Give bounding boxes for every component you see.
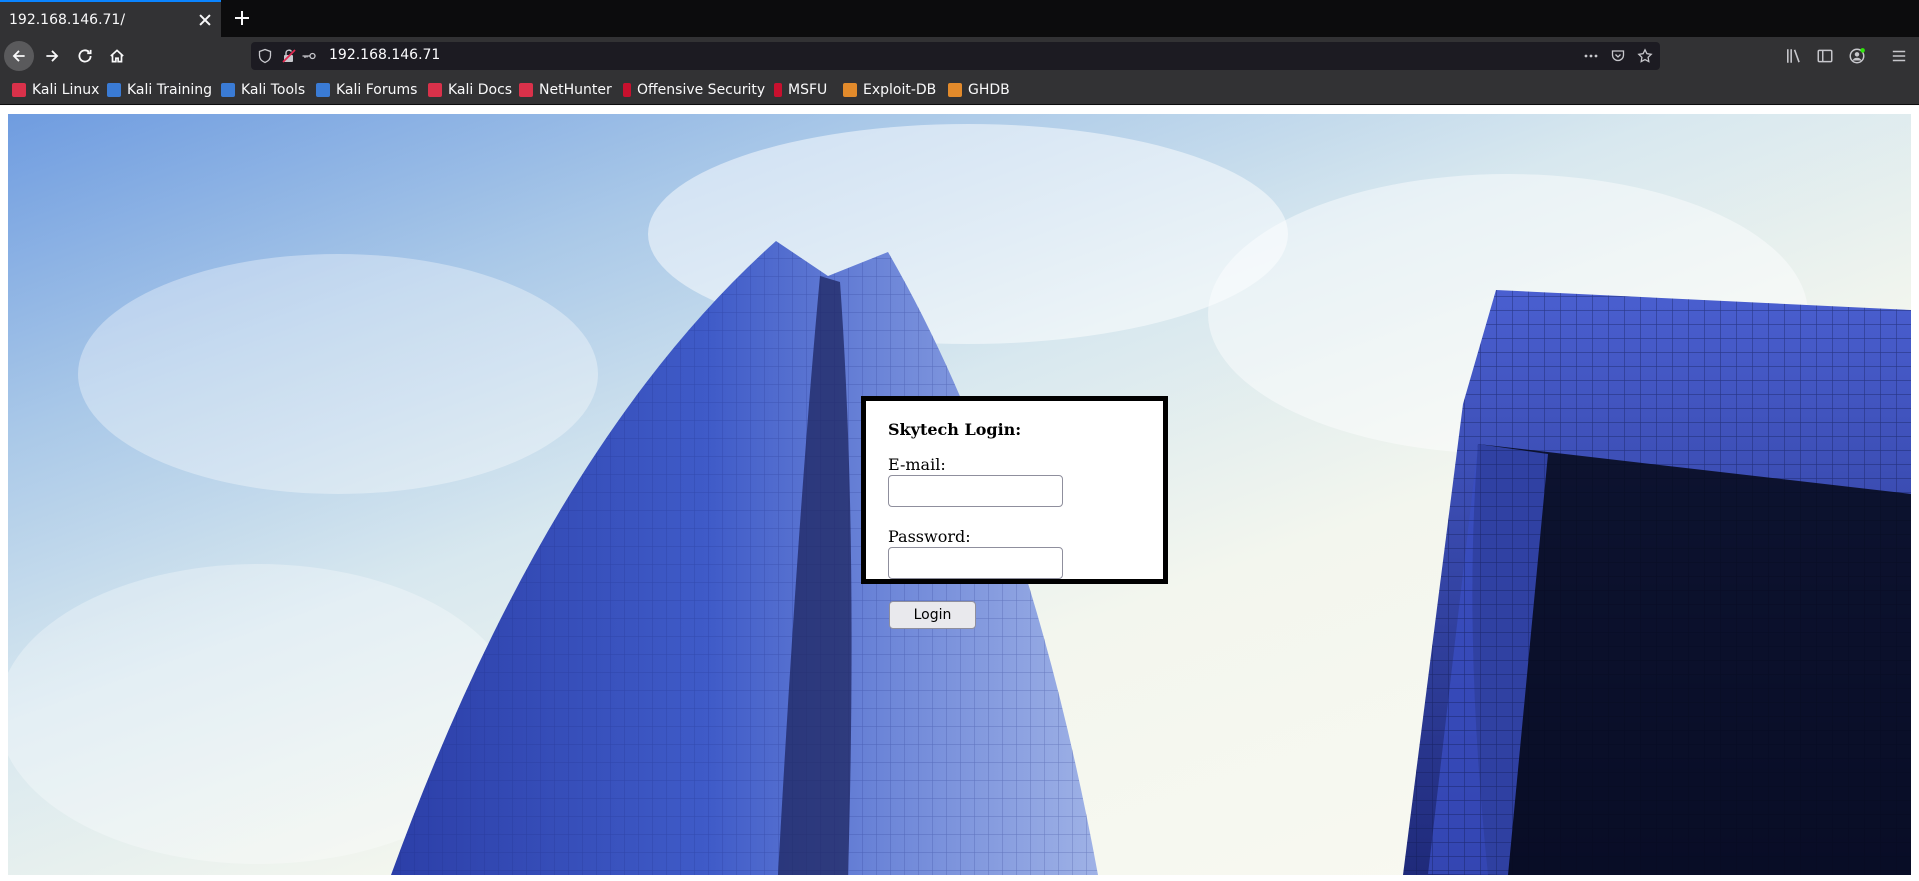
tab-active[interactable]: 192.168.146.71/ [0,0,221,37]
kali-forums-icon [316,83,330,97]
bookmark-label: Kali Forums [336,82,418,98]
arrow-right-icon [46,50,59,62]
bookmarks-toolbar: Kali Linux Kali Training Kali Tools Kali… [0,75,1919,105]
new-tab-icon[interactable] [230,6,254,30]
kali-dragon-icon [12,83,26,97]
url-bar[interactable]: 192.168.146.71 [251,42,1660,70]
bookmark-ghdb[interactable]: GHDB [948,81,1010,99]
bookmark-kali-tools[interactable]: Kali Tools [221,81,305,99]
bookmark-kali-docs[interactable]: Kali Docs [428,81,512,99]
insecure-lock-icon[interactable] [281,48,297,64]
bookmark-label: MSFU [788,82,828,98]
password-field[interactable] [888,547,1063,579]
bookmark-msfu[interactable]: MSFU [774,81,827,99]
url-text[interactable]: 192.168.146.71 [329,47,440,63]
kali-tools-icon [221,83,235,97]
kali-docs-icon [428,83,442,97]
bookmark-kali-forums[interactable]: Kali Forums [316,81,417,99]
page-viewport: Skytech Login: E-mail: Password: Login [0,106,1919,881]
exploit-db-icon [843,83,857,97]
bookmark-label: Kali Tools [241,82,306,98]
bookmark-exploit-db[interactable]: Exploit-DB [843,81,936,99]
email-field[interactable] [888,475,1063,507]
sidebar-icon[interactable] [1816,47,1834,65]
library-icon[interactable] [1785,47,1803,65]
shield-icon[interactable] [257,48,273,64]
reload-icon [78,49,92,63]
bookmark-label: Exploit-DB [863,82,937,98]
bookmark-label: Kali Training [127,82,212,98]
pocket-icon[interactable] [1610,48,1626,64]
password-label: Password: [888,527,971,546]
bookmark-nethunter[interactable]: NetHunter [519,81,612,99]
back-button[interactable] [4,41,34,71]
kali-training-icon [107,83,121,97]
bookmark-kali-linux[interactable]: Kali Linux [12,81,99,99]
login-button[interactable]: Login [889,601,976,629]
login-title: Skytech Login: [888,420,1022,439]
nethunter-icon [519,83,533,97]
close-icon[interactable] [197,12,213,28]
bookmark-label: NetHunter [539,82,612,98]
login-form: Skytech Login: E-mail: Password: [861,396,1168,584]
ghdb-icon [948,83,962,97]
bookmark-label: Kali Docs [448,82,513,98]
key-icon[interactable] [301,48,317,64]
msfu-icon [774,83,782,97]
tab-title: 192.168.146.71/ [9,11,126,28]
arrow-left-icon [12,50,25,62]
hamburger-menu-icon[interactable] [1890,47,1908,65]
offsec-icon [623,83,631,97]
home-icon [110,49,124,63]
bookmark-label: Offensive Security [637,82,766,98]
bookmark-label: GHDB [968,82,1010,98]
email-label: E-mail: [888,455,946,474]
bookmark-star-icon[interactable] [1637,48,1653,64]
bookmark-offensive-security[interactable]: Offensive Security [623,81,765,99]
nav-bar: 192.168.146.71 [0,37,1919,75]
account-icon[interactable] [1848,47,1866,65]
home-button[interactable] [102,41,132,71]
tab-bar: 192.168.146.71/ [0,0,1919,37]
more-actions-icon[interactable] [1583,48,1599,64]
bookmark-kali-training[interactable]: Kali Training [107,81,212,99]
bookmark-label: Kali Linux [32,82,100,98]
reload-button[interactable] [70,41,100,71]
forward-button[interactable] [37,41,67,71]
